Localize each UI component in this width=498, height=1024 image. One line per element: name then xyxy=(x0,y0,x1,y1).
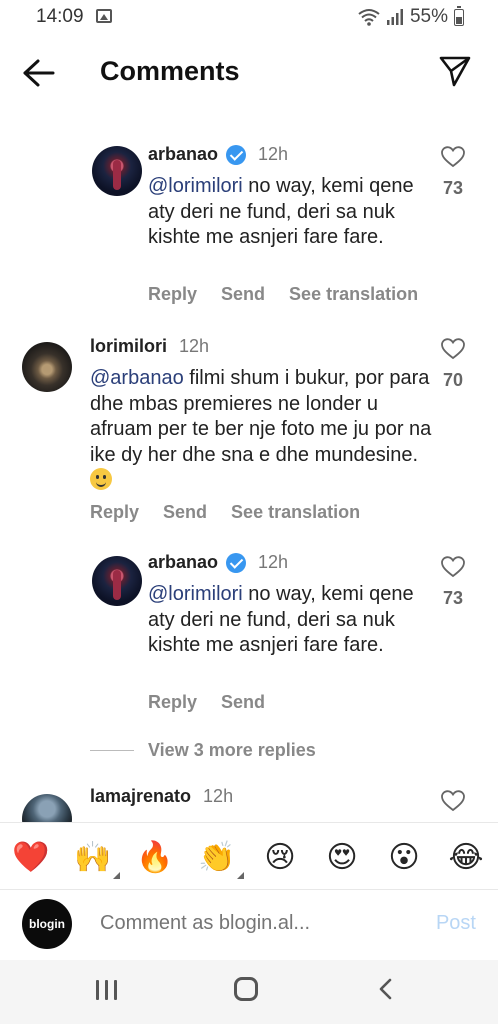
image-notification-icon xyxy=(96,9,112,23)
like-column: 73 xyxy=(438,556,468,609)
back-arrow-icon[interactable] xyxy=(20,56,58,90)
reply-button[interactable]: Reply xyxy=(90,502,139,523)
mention-link[interactable]: @arbanao xyxy=(90,367,184,389)
emoji-quick-bar: ❤️ 🙌 🔥 👏 😢 😍 😮 😂 xyxy=(0,822,498,890)
skin-tone-indicator-icon xyxy=(237,872,244,879)
send-button[interactable]: Send xyxy=(221,284,265,305)
skin-tone-indicator-icon xyxy=(113,872,120,879)
self-avatar: blogin xyxy=(22,899,72,949)
comment-username[interactable]: lamajrenato xyxy=(90,786,191,807)
comment-time: 12h xyxy=(258,144,289,164)
comment-username[interactable]: lorimilori xyxy=(90,336,167,357)
clapping-emoji-button[interactable]: 👏 xyxy=(198,839,244,879)
heart-outline-icon[interactable] xyxy=(441,338,465,360)
view-more-replies[interactable]: View 3 more replies xyxy=(90,740,316,761)
see-translation-button[interactable]: See translation xyxy=(289,284,418,305)
raising-hands-emoji-glyph: 🙌 xyxy=(74,841,112,874)
reply-button[interactable]: Reply xyxy=(148,692,197,713)
comment-text: @lorimilori no way, kemi qene aty deri n… xyxy=(148,174,438,251)
comment-header: arbanao 12h xyxy=(148,144,288,165)
comment: lamajrenato 12h xyxy=(0,784,498,822)
like-column: 73 xyxy=(438,146,468,199)
smiling-face-emoji-icon xyxy=(90,468,112,490)
comment-actions: Reply Send See translation xyxy=(90,502,360,523)
reply-button[interactable]: Reply xyxy=(148,284,197,305)
mention-link[interactable]: @lorimilori xyxy=(148,175,243,197)
heart-outline-icon[interactable] xyxy=(441,790,465,812)
comment-composer: blogin Post xyxy=(0,890,498,960)
send-button[interactable]: Send xyxy=(163,502,207,523)
comment-time: 12h xyxy=(203,786,234,806)
comment-header: lorimilori 12h xyxy=(90,336,209,357)
post-button[interactable]: Post xyxy=(436,912,476,935)
comment-reply: arbanao 12h @lorimilori no way, kemi qen… xyxy=(0,550,498,720)
wifi-icon xyxy=(358,9,380,26)
raising-hands-emoji-button[interactable]: 🙌 xyxy=(74,839,120,879)
verified-badge-icon xyxy=(226,144,247,165)
like-column: 70 xyxy=(438,338,468,391)
comment-text: @arbanao filmi shum i bukur, por para dh… xyxy=(90,366,436,494)
comment-reply: arbanao 12h @lorimilori no way, kemi qen… xyxy=(0,140,498,310)
avatar[interactable] xyxy=(92,146,142,196)
fire-emoji-button[interactable]: 🔥 xyxy=(136,839,174,877)
home-icon[interactable] xyxy=(234,977,258,1001)
battery-percent: 55% xyxy=(409,6,448,27)
verified-badge-icon xyxy=(226,552,247,573)
avatar[interactable] xyxy=(92,556,142,606)
status-right: 55% xyxy=(358,6,464,28)
like-count: 70 xyxy=(442,370,464,390)
view-more-label[interactable]: View 3 more replies xyxy=(148,740,316,761)
heart-emoji-button[interactable]: ❤️ xyxy=(12,839,50,877)
page-title: Comments xyxy=(100,56,240,86)
avatar[interactable] xyxy=(22,794,72,822)
view-more-divider xyxy=(90,750,134,751)
like-count: 73 xyxy=(442,178,464,198)
comment-time: 12h xyxy=(258,552,289,572)
comment-actions: Reply Send See translation xyxy=(148,284,418,305)
status-bar: 14:09 55% xyxy=(0,0,498,36)
avatar[interactable] xyxy=(22,342,72,392)
comment-text: @lorimilori no way, kemi qene aty deri n… xyxy=(148,582,438,659)
header: Comments xyxy=(0,40,498,106)
clapping-emoji-glyph: 👏 xyxy=(198,841,236,874)
heart-outline-icon[interactable] xyxy=(441,556,465,578)
mention-link[interactable]: @lorimilori xyxy=(148,583,243,605)
laughing-emoji-button[interactable]: 😂 xyxy=(447,839,485,877)
like-count: 73 xyxy=(442,588,464,608)
nav-back-icon[interactable] xyxy=(376,978,396,1000)
comment-header: lamajrenato 12h xyxy=(90,786,233,807)
comment-username[interactable]: arbanao xyxy=(148,144,218,165)
surprised-emoji-button[interactable]: 😮 xyxy=(385,839,423,877)
send-button[interactable]: Send xyxy=(221,692,265,713)
comment-actions: Reply Send xyxy=(148,692,265,713)
direct-send-icon[interactable] xyxy=(438,54,472,88)
comment-username[interactable]: arbanao xyxy=(148,552,218,573)
heart-outline-icon[interactable] xyxy=(441,146,465,168)
comment-input[interactable] xyxy=(100,912,400,935)
recent-apps-icon[interactable] xyxy=(96,980,118,1000)
comment: lorimilori 12h @arbanao filmi shum i buk… xyxy=(0,332,498,532)
comment-time: 12h xyxy=(179,336,210,356)
signal-icon xyxy=(386,9,403,25)
see-translation-button[interactable]: See translation xyxy=(231,502,360,523)
comment-header: arbanao 12h xyxy=(148,552,288,573)
status-time: 14:09 xyxy=(36,6,84,27)
like-column xyxy=(438,790,468,812)
heart-eyes-emoji-button[interactable]: 😍 xyxy=(323,839,361,877)
crying-emoji-button[interactable]: 😢 xyxy=(261,839,299,877)
android-nav-bar xyxy=(0,960,498,1024)
battery-icon xyxy=(454,6,464,26)
